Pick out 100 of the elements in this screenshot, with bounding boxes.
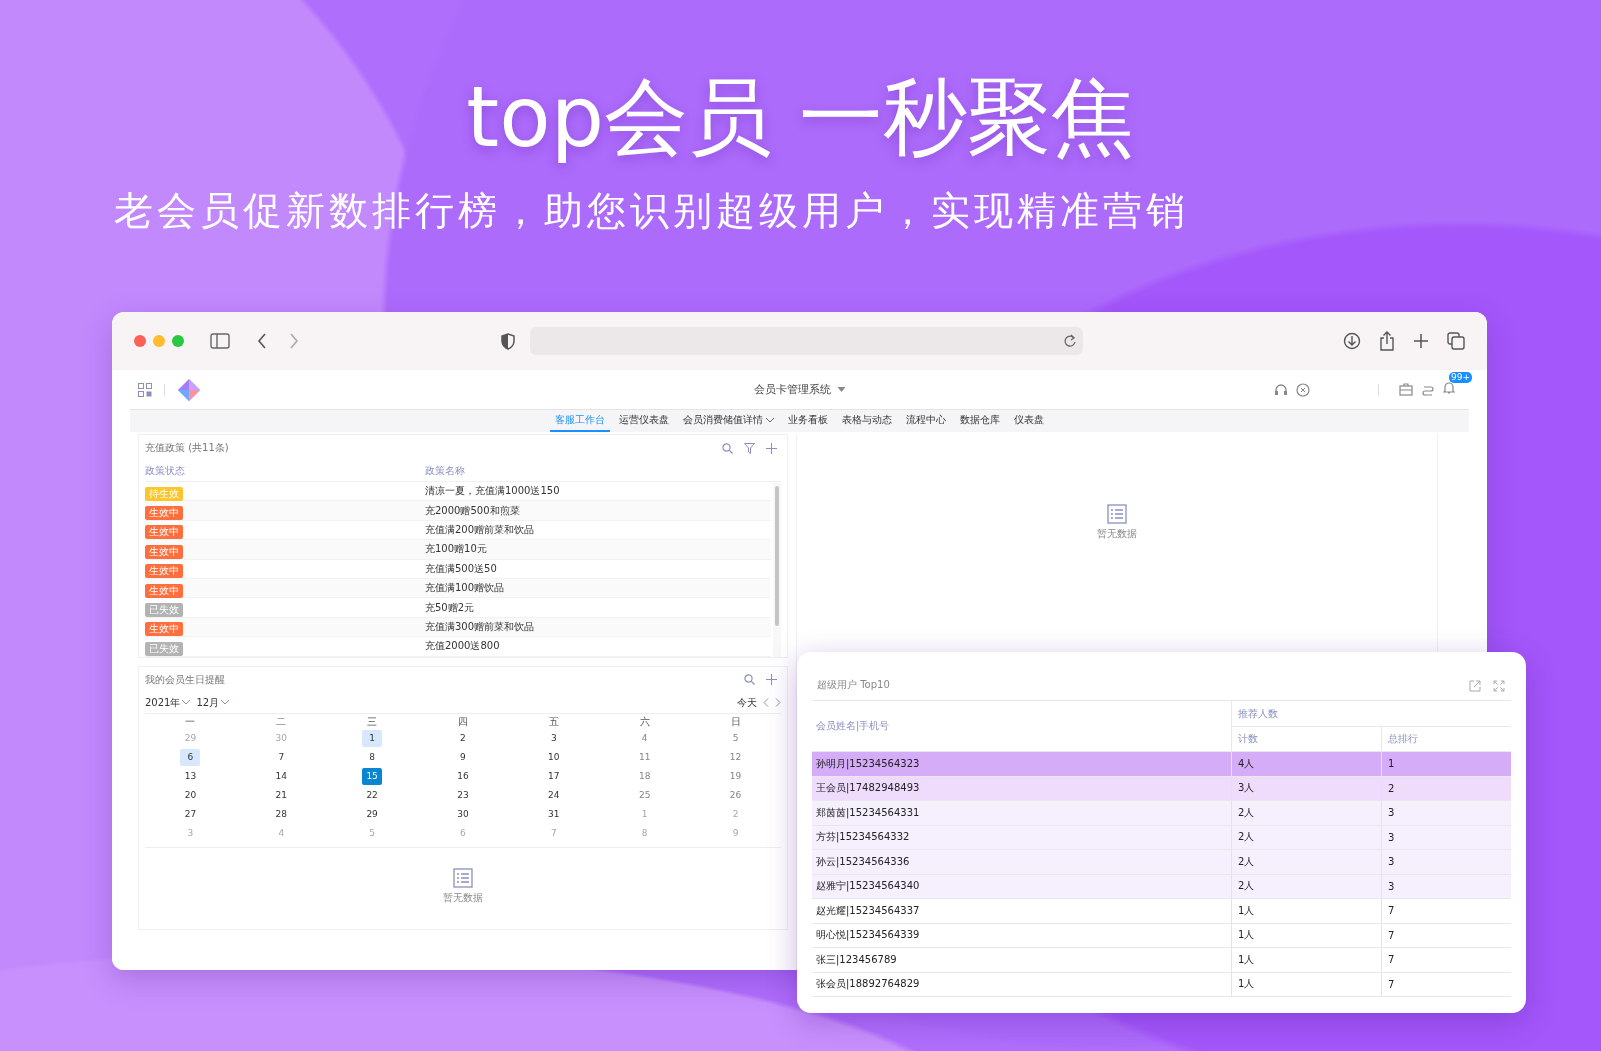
calendar-day[interactable]: 20 — [180, 786, 201, 804]
weekday-label: 六 — [638, 714, 651, 729]
reload-icon[interactable] — [1063, 334, 1077, 348]
calendar-day[interactable]: 12 — [725, 748, 746, 766]
calendar-day[interactable]: 16 — [453, 767, 473, 785]
table-row[interactable]: 孙云|15234564336 2人 3 — [812, 850, 1511, 875]
table-row[interactable]: 王会员|17482948493 3人 2 — [812, 776, 1511, 801]
nav-tab[interactable]: 运营仪表盘 — [614, 410, 674, 432]
calendar-day[interactable]: 24 — [543, 786, 564, 804]
app-title[interactable]: 会员卡管理系统 — [754, 382, 831, 397]
calendar-day[interactable]: 6 — [180, 748, 201, 766]
download-icon[interactable] — [1343, 332, 1361, 350]
table-cell: 孙云|15234564336 — [812, 850, 1232, 874]
caret-icon[interactable] — [837, 387, 845, 392]
calendar-day[interactable]: 15 — [362, 767, 383, 785]
table-row[interactable]: 张会员|18892764829 1人 7 — [812, 972, 1511, 997]
table-row[interactable]: 张三|123456789 1人 7 — [812, 948, 1511, 973]
nav-tab[interactable]: 表格与动态 — [837, 410, 897, 432]
external-link-icon[interactable] — [1469, 680, 1481, 692]
table-cell-text: 充值满500送50 — [425, 561, 498, 576]
calendar-day[interactable]: 29 — [362, 805, 383, 823]
table-row[interactable]: 郑茵茵|15234564331 2人 3 — [812, 801, 1511, 826]
bell-icon[interactable] — [1443, 381, 1455, 395]
logo-icon — [177, 377, 201, 402]
calendar-day[interactable]: 7 — [271, 748, 292, 766]
calendar-day[interactable]: 14 — [271, 767, 292, 785]
calendar-day[interactable]: 3 — [543, 729, 564, 747]
table-cell: 2人 — [1232, 801, 1382, 825]
calendar-day[interactable]: 22 — [362, 786, 383, 804]
calendar-day[interactable]: 17 — [543, 767, 564, 785]
maximize-button[interactable] — [172, 335, 184, 347]
caret-icon[interactable] — [766, 417, 774, 423]
next-icon[interactable] — [775, 698, 781, 707]
weekday-label: 五 — [547, 714, 560, 729]
nav-tab[interactable]: 数据仓库 — [955, 410, 1005, 432]
table-cell-text: 7 — [1387, 977, 1396, 992]
calendar-day[interactable]: 31 — [543, 805, 564, 823]
month-select[interactable]: 12月 — [196, 695, 230, 710]
calendar-day[interactable]: 4 — [634, 729, 655, 747]
filter-icon[interactable] — [744, 442, 755, 454]
back-icon[interactable] — [257, 333, 267, 349]
add-icon[interactable] — [766, 674, 777, 685]
minimize-button[interactable] — [153, 335, 165, 347]
calendar-day[interactable]: 9 — [453, 748, 473, 766]
calendar-day[interactable]: 10 — [543, 748, 564, 766]
table-cell: 1人 — [1232, 923, 1382, 947]
list-icon — [1107, 504, 1127, 524]
table-row[interactable]: 明心悦|15234564339 1人 7 — [812, 923, 1511, 948]
calendar-day[interactable]: 27 — [180, 805, 201, 823]
caret-icon[interactable] — [182, 700, 191, 705]
status-tag: 生效中 — [145, 622, 183, 637]
calendar-day[interactable]: 5 — [725, 729, 746, 747]
table-cell: 2人 — [1232, 850, 1382, 874]
nav-tab[interactable]: 会员消费储值详情 — [678, 410, 779, 432]
year-select[interactable]: 2021年 — [145, 695, 191, 710]
calendar-day[interactable]: 13 — [180, 767, 201, 785]
caret-icon[interactable] — [221, 700, 230, 705]
calendar-day[interactable]: 19 — [725, 767, 746, 785]
table-cell-text: 充2000赠500和煎菜 — [425, 503, 521, 518]
fullscreen-icon[interactable] — [1493, 680, 1505, 692]
search-icon[interactable] — [744, 674, 755, 685]
calendar-day[interactable]: 11 — [634, 748, 655, 766]
table-cell-text: 7 — [1387, 904, 1396, 919]
headline: top会员 一秒聚焦 — [465, 67, 1136, 168]
headset-icon[interactable] — [1274, 382, 1288, 397]
calendar-day[interactable]: 2 — [453, 729, 473, 747]
calendar-day[interactable]: 30 — [453, 805, 473, 823]
share-icon[interactable] — [1379, 331, 1395, 351]
calendar-day[interactable]: 1 — [362, 729, 383, 747]
calendar-day[interactable]: 18 — [634, 767, 655, 785]
calendar-day[interactable]: 25 — [634, 786, 655, 804]
nav-tab[interactable]: 流程中心 — [901, 410, 951, 432]
search-icon[interactable] — [722, 442, 733, 454]
calendar-day[interactable]: 21 — [271, 786, 292, 804]
table-row[interactable]: 方芬|15234564332 2人 3 — [812, 825, 1511, 850]
table-row[interactable]: 赵雅宁|15234564340 2人 3 — [812, 874, 1511, 899]
briefcase-icon[interactable] — [1399, 383, 1413, 396]
shield-icon[interactable] — [501, 332, 515, 350]
scrollbar[interactable] — [773, 482, 781, 657]
table-cell: 方芬|15234564332 — [812, 825, 1232, 849]
table-cell: 赵光耀|15234564337 — [812, 899, 1232, 923]
calendar-day[interactable]: 8 — [362, 748, 383, 766]
add-icon[interactable] — [766, 442, 777, 454]
calendar-day[interactable]: 26 — [725, 786, 746, 804]
forward-icon[interactable] — [289, 333, 299, 349]
calendar-day[interactable]: 23 — [453, 786, 473, 804]
close-button[interactable] — [134, 335, 146, 347]
calendar-day[interactable]: 28 — [271, 805, 292, 823]
nav-tab[interactable]: 业务看板 — [783, 410, 833, 432]
previous-icon[interactable] — [763, 698, 769, 707]
table-row[interactable]: 赵光耀|15234564337 1人 7 — [812, 899, 1511, 924]
panel-title: 充值政策 (共11条) — [145, 441, 229, 455]
table-row[interactable]: 孙明月|15234564323 4人 1 — [812, 752, 1511, 777]
status-tag: 生效中 — [145, 544, 183, 559]
today-button[interactable]: 今天 — [737, 695, 757, 710]
nav-tab[interactable]: 仪表盘 — [1009, 410, 1049, 432]
tabs-icon[interactable] — [1447, 332, 1465, 350]
apps-grid-icon[interactable] — [138, 382, 152, 397]
new-tab-icon[interactable] — [1413, 333, 1429, 349]
sidebar-icon[interactable] — [210, 333, 230, 349]
